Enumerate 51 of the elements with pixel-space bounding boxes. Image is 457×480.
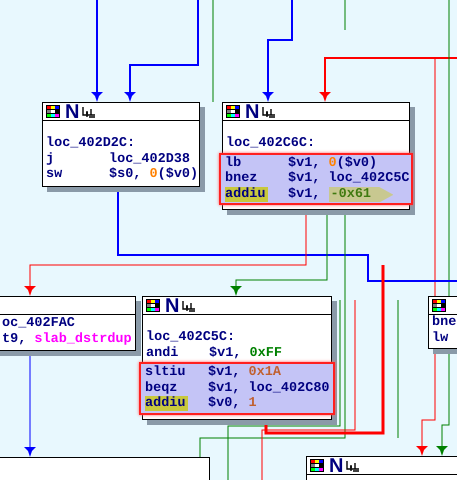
palette-icon[interactable] [46, 105, 60, 118]
tree-icon[interactable] [82, 105, 96, 118]
operand: $s0, [109, 167, 142, 182]
operand: -0x61 [330, 186, 372, 202]
operand: lw [432, 330, 448, 346]
operand: t9, [2, 332, 28, 347]
operand-value: 0xFF [250, 346, 282, 361]
node-type-letter[interactable]: N [245, 102, 260, 120]
operand: bne [432, 315, 456, 330]
node-type-letter[interactable]: N [329, 456, 344, 474]
selected-block[interactable]: sltiu $v1, 0x1A beqz $v1, loc_402C80 addiu $v0, 1 [139, 362, 335, 414]
operand: $v0, [208, 396, 242, 412]
mnemonic: andi [146, 346, 178, 360]
operand-value: 0 [150, 167, 158, 182]
mnemonic: bnez [225, 171, 258, 186]
operand: $v1, [288, 186, 322, 202]
edge-line [344, 0, 346, 30]
mnemonic: beqz [145, 380, 178, 396]
palette-icon[interactable] [146, 299, 160, 312]
graph-node[interactable]: N [306, 456, 457, 480]
operand-value: slab_dstrdup [34, 332, 132, 347]
operand-value: 1 [248, 396, 257, 412]
operand: $v1, loc_402C5C [288, 171, 410, 186]
operand: loc_402D38 [109, 152, 190, 167]
mnemonic: lb [225, 156, 242, 170]
operand: ($v0) [158, 167, 198, 182]
selected-block[interactable]: lb $v1, 0($v0) bnez $v1, loc_402C5C addiu $v1, -0x61 [219, 152, 413, 205]
mnemonic: sw [46, 167, 62, 182]
mnemonic: sltiu [145, 365, 186, 380]
operand-value: 0 [328, 156, 337, 171]
code-label: loc_402C6C: [226, 136, 316, 152]
code-label: loc_402D2C: [46, 136, 136, 152]
mnemonic: addiu [145, 396, 188, 411]
operand: $v1, [209, 346, 242, 361]
operand: $v1, [288, 156, 322, 171]
tree-icon[interactable] [182, 299, 196, 312]
operand: oc_402FAC [2, 316, 75, 332]
palette-icon[interactable] [432, 299, 446, 312]
palette-icon[interactable] [226, 105, 240, 118]
mnemonic: addiu [225, 186, 268, 202]
code-label: loc_402C5C: [146, 330, 236, 346]
node-type-letter[interactable]: N [165, 296, 180, 314]
operand: $v1, loc_402C80 [208, 380, 330, 396]
mnemonic: j [46, 152, 54, 166]
operand: $v1, [208, 365, 242, 380]
palette-icon[interactable] [310, 459, 324, 472]
tree-icon[interactable] [262, 105, 276, 118]
operand: ($v0) [336, 156, 378, 171]
operand-value: 0x1A [248, 365, 281, 380]
tree-icon[interactable] [346, 459, 360, 472]
node-type-letter[interactable]: N [65, 102, 80, 120]
